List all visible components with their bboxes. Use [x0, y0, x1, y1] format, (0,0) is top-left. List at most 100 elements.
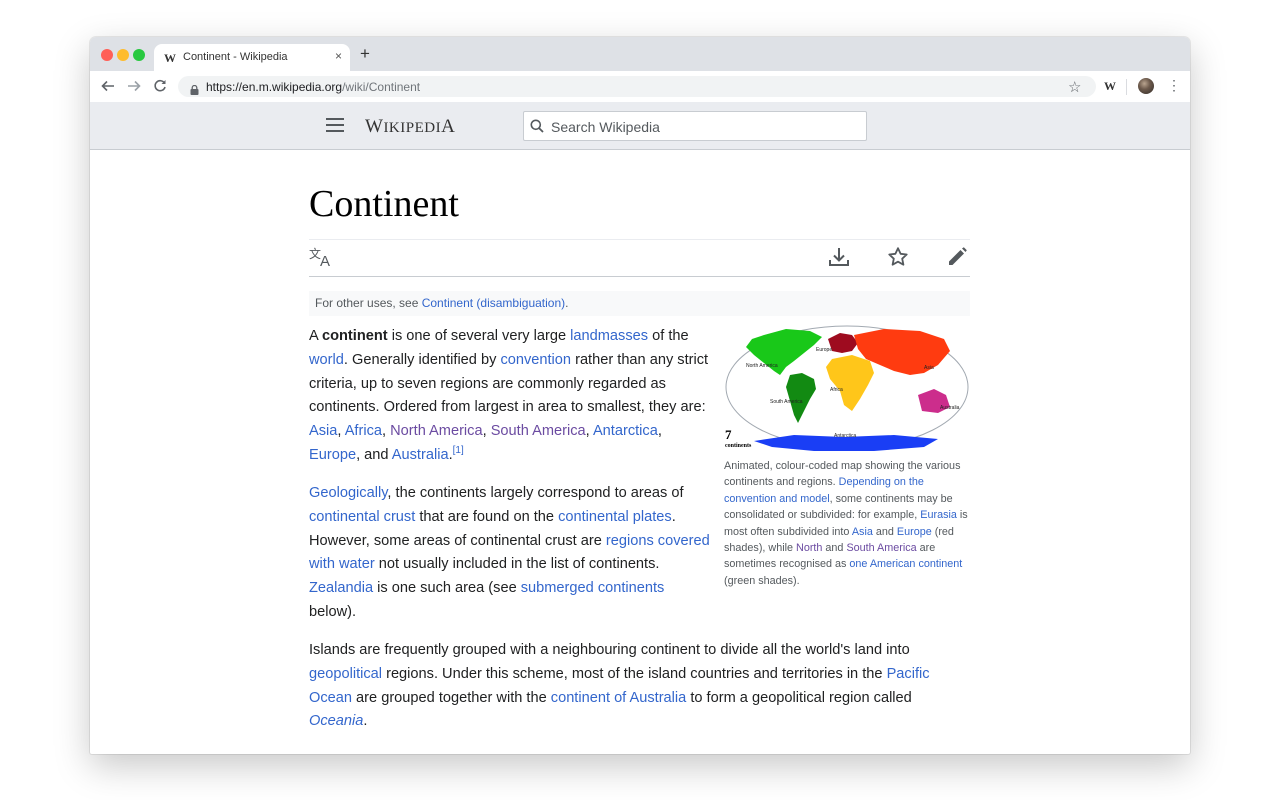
text: (green shades).	[724, 574, 800, 587]
link-europe[interactable]: Europe	[309, 447, 356, 463]
text: not usually included in the list of cont…	[374, 556, 660, 573]
browser-toolbar: https://en.m.wikipedia.org/wiki/Continen…	[90, 71, 1190, 103]
search-icon	[530, 119, 544, 138]
map-label-south-america: South America	[770, 399, 803, 405]
map-label-north-america: North America	[746, 363, 778, 369]
link-asia[interactable]: Asia	[309, 423, 337, 439]
text: A	[309, 328, 322, 344]
wikipedia-extension-icon[interactable]: W	[1104, 79, 1116, 94]
link-caption-south-america[interactable]: South America	[846, 542, 916, 554]
hatnote: For other uses, see Continent (disambigu…	[309, 291, 970, 316]
link-submerged-continents[interactable]: submerged continents	[521, 580, 665, 596]
paragraph-intro: A continent is one of several very large…	[309, 325, 714, 468]
language-translate-icon[interactable]: 文 A	[309, 246, 335, 273]
search-input[interactable]	[549, 116, 853, 138]
wordmark-first: W	[365, 116, 384, 137]
text: ,	[585, 423, 593, 440]
back-arrow-icon[interactable]	[101, 79, 115, 98]
tab-continent[interactable]: W Continent - Wikipedia ×	[154, 44, 350, 71]
link-geopolitical[interactable]: geopolitical	[309, 666, 382, 682]
tab-title: Continent - Wikipedia	[183, 51, 288, 63]
svg-text:A: A	[320, 253, 330, 268]
link-antarctica[interactable]: Antarctica	[593, 423, 658, 439]
text: Islands are frequently grouped with a ne…	[309, 642, 910, 658]
text: ,	[482, 423, 491, 440]
link-oceania[interactable]: Oceania	[309, 713, 363, 729]
link-continent-of-australia[interactable]: continent of Australia	[551, 690, 686, 706]
tab-strip: W Continent - Wikipedia × +	[90, 37, 1190, 71]
url-path: /wiki/Continent	[342, 80, 421, 94]
reference-link[interactable]: [1]	[453, 445, 464, 456]
hamburger-menu-icon[interactable]	[326, 118, 344, 132]
map-label-antarctica: Antarctica	[834, 433, 856, 439]
link-caption-asia[interactable]: Asia	[852, 526, 873, 538]
page-title: Continent	[309, 183, 459, 225]
text: regions. Under this scheme, most of the …	[382, 665, 887, 682]
text: .	[363, 713, 368, 730]
paragraph-geology: Geologically, the continents largely cor…	[309, 482, 714, 625]
edit-pencil-icon[interactable]	[946, 246, 968, 273]
wordmark-last: A	[441, 116, 456, 137]
maximize-window-button[interactable]	[133, 49, 145, 61]
lock-icon	[190, 82, 199, 100]
page-actions-bar: 文 A	[309, 239, 970, 277]
url-text: https://en.m.wikipedia.org/wiki/Continen…	[206, 80, 420, 94]
map-label-asia: Asia	[924, 365, 934, 371]
link-convention[interactable]: convention	[500, 352, 571, 368]
download-icon[interactable]	[828, 246, 850, 273]
link-north-america[interactable]: North America	[390, 423, 482, 439]
forward-arrow-icon[interactable]	[127, 79, 141, 98]
link-continental-crust[interactable]: continental crust	[309, 509, 415, 525]
link-landmasses[interactable]: landmasses	[570, 328, 648, 344]
continents-map[interactable]: North America South America Europe Asia …	[724, 325, 970, 455]
wikipedia-wordmark[interactable]: WIKIPEDIA	[365, 116, 455, 138]
text: below).	[309, 603, 357, 620]
text: are grouped together with the	[352, 689, 551, 706]
disambiguation-link[interactable]: Continent (disambiguation)	[422, 296, 565, 310]
text: . Generally identified by	[343, 351, 501, 368]
text: and	[822, 542, 847, 555]
link-one-american-continent[interactable]: one American continent	[849, 558, 962, 570]
map-label-australia: Australia	[940, 405, 960, 411]
link-south-america[interactable]: South America	[491, 423, 586, 439]
link-eurasia[interactable]: Eurasia	[920, 509, 957, 521]
text: is one of several very large	[387, 328, 571, 344]
url-host: https://en.m.wikipedia.org	[206, 80, 343, 94]
text: of the	[648, 328, 689, 344]
map-count-word: continents	[725, 443, 752, 449]
link-world[interactable]: world	[309, 352, 344, 368]
link-africa[interactable]: Africa	[345, 423, 382, 439]
browser-window: W Continent - Wikipedia × + https://en.m…	[90, 37, 1190, 754]
link-geologically[interactable]: Geologically	[309, 485, 387, 501]
map-label-africa: Africa	[830, 387, 843, 393]
text: that are found on the	[415, 508, 559, 525]
address-bar[interactable]: https://en.m.wikipedia.org/wiki/Continen…	[178, 76, 1096, 97]
new-tab-button[interactable]: +	[360, 45, 370, 62]
text: ,	[657, 423, 662, 440]
link-caption-north[interactable]: North	[796, 542, 822, 554]
hatnote-prefix: For other uses, see	[315, 296, 422, 310]
link-continental-plates[interactable]: continental plates	[558, 509, 672, 525]
text: to form a geopolitical region called	[686, 689, 912, 706]
map-label-europe: Europe	[816, 347, 832, 353]
map-count-number: 7	[725, 427, 732, 442]
link-australia[interactable]: Australia	[392, 447, 449, 463]
minimize-window-button[interactable]	[117, 49, 129, 61]
reload-icon[interactable]	[153, 79, 167, 98]
profile-avatar[interactable]	[1138, 78, 1154, 94]
wikipedia-header: WIKIPEDIA	[90, 102, 1190, 150]
text: ,	[382, 423, 391, 440]
text: , and	[356, 446, 392, 463]
more-menu-icon[interactable]: ⋮	[1167, 77, 1181, 93]
link-zealandia[interactable]: Zealandia	[309, 580, 373, 596]
paragraph-islands: Islands are frequently grouped with a ne…	[309, 639, 970, 734]
link-caption-europe[interactable]: Europe	[897, 526, 932, 538]
text: is one such area (see	[373, 580, 521, 597]
watch-star-icon[interactable]	[887, 246, 909, 273]
bookmark-star-icon[interactable]: ☆	[1068, 78, 1081, 96]
close-window-button[interactable]	[101, 49, 113, 61]
text: and	[872, 525, 897, 538]
search-box[interactable]	[523, 111, 867, 141]
text: , the continents largely correspond to a…	[387, 485, 684, 501]
close-tab-icon[interactable]: ×	[335, 49, 342, 63]
